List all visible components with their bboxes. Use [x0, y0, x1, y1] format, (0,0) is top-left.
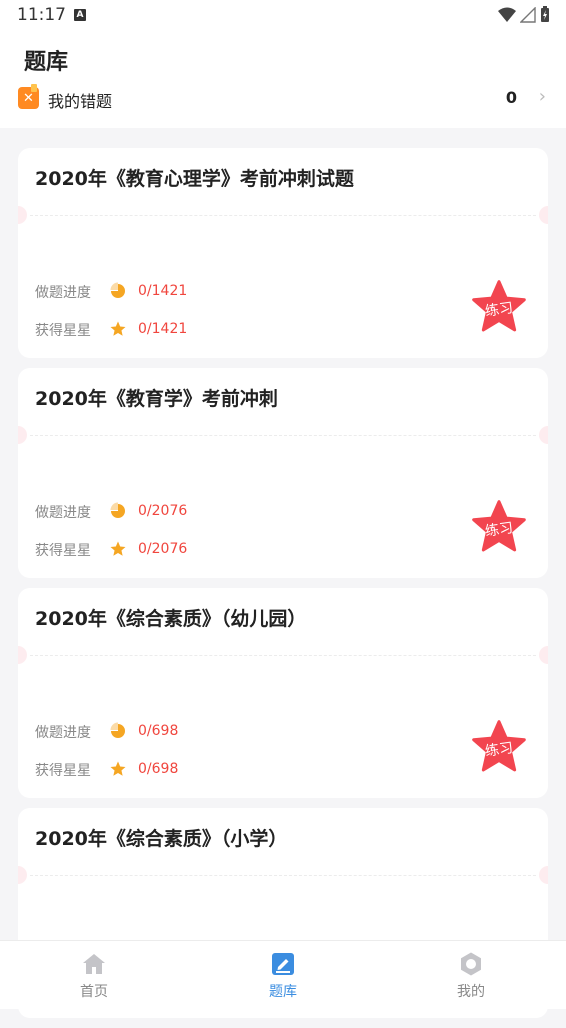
chevron-right-icon: › — [538, 86, 546, 107]
notification-a-icon: A — [74, 9, 86, 21]
practice-button[interactable]: 练习 — [470, 718, 528, 776]
question-bank-icon — [272, 953, 294, 975]
profile-icon — [461, 952, 481, 976]
question-bank-card[interactable]: 2020年《教育学》考前冲刺 做题进度 0/2076 获得星星 0/2076 练… — [18, 368, 548, 578]
bottom-tab-bar: 首页 题库 我的 — [0, 940, 566, 1009]
tab-label: 我的 — [457, 984, 485, 1000]
card-title: 2020年《教育心理学》考前冲刺试题 — [35, 168, 354, 190]
home-icon — [83, 954, 105, 974]
divider — [30, 435, 536, 436]
pie-progress-icon — [110, 502, 125, 518]
star-icon — [110, 321, 126, 336]
progress-label: 做题进度 — [35, 285, 91, 301]
progress-value: 0/2076 — [138, 503, 188, 519]
question-bank-card[interactable]: 2020年《综合素质》（幼儿园） 做题进度 0/698 获得星星 0/698 练… — [18, 588, 548, 798]
stars-value: 0/698 — [138, 761, 179, 777]
stars-label: 获得星星 — [35, 543, 91, 559]
tab-question-bank[interactable]: 题库 — [223, 951, 343, 1001]
pie-progress-icon — [110, 282, 125, 298]
star-icon — [110, 761, 126, 776]
question-bank-list: 2020年《教育心理学》考前冲刺试题 做题进度 0/1421 获得星星 0/14… — [18, 148, 548, 1028]
stars-value: 0/2076 — [138, 541, 188, 557]
divider — [30, 655, 536, 656]
tab-home[interactable]: 首页 — [34, 951, 154, 1001]
pie-progress-icon — [110, 722, 125, 738]
wrong-questions-icon: ✕ — [18, 84, 39, 109]
wifi-icon — [498, 7, 516, 22]
star-icon — [110, 541, 126, 556]
stars-value: 0/1421 — [138, 321, 188, 337]
card-title: 2020年《综合素质》（小学） — [35, 828, 288, 850]
signal-icon — [520, 6, 536, 23]
battery-icon — [541, 6, 549, 22]
stars-label: 获得星星 — [35, 323, 91, 339]
wrong-questions-count: 0 — [505, 88, 517, 107]
question-bank-card[interactable]: 2020年《教育心理学》考前冲刺试题 做题进度 0/1421 获得星星 0/14… — [18, 148, 548, 358]
tab-label: 题库 — [269, 984, 297, 1000]
card-title: 2020年《综合素质》（幼儿园） — [35, 608, 307, 630]
practice-button[interactable]: 练习 — [470, 278, 528, 336]
header: 题库 ✕ 我的错题 0 › — [0, 30, 566, 128]
wrong-questions-label: 我的错题 — [48, 92, 113, 111]
divider — [30, 875, 536, 876]
page-title: 题库 — [24, 50, 69, 75]
progress-value: 0/1421 — [138, 283, 188, 299]
progress-value: 0/698 — [138, 723, 179, 739]
divider — [30, 215, 536, 216]
tab-label: 首页 — [80, 984, 108, 1000]
tab-profile[interactable]: 我的 — [411, 951, 531, 1001]
wrong-questions-row[interactable]: ✕ 我的错题 0 › — [18, 84, 550, 112]
practice-button[interactable]: 练习 — [470, 498, 528, 556]
progress-label: 做题进度 — [35, 725, 91, 741]
progress-label: 做题进度 — [35, 505, 91, 521]
status-bar: 11:17 A — [0, 0, 566, 30]
status-icons — [498, 6, 550, 23]
stars-label: 获得星星 — [35, 763, 91, 779]
status-time: 11:17 — [17, 5, 66, 25]
card-title: 2020年《教育学》考前冲刺 — [35, 388, 278, 410]
